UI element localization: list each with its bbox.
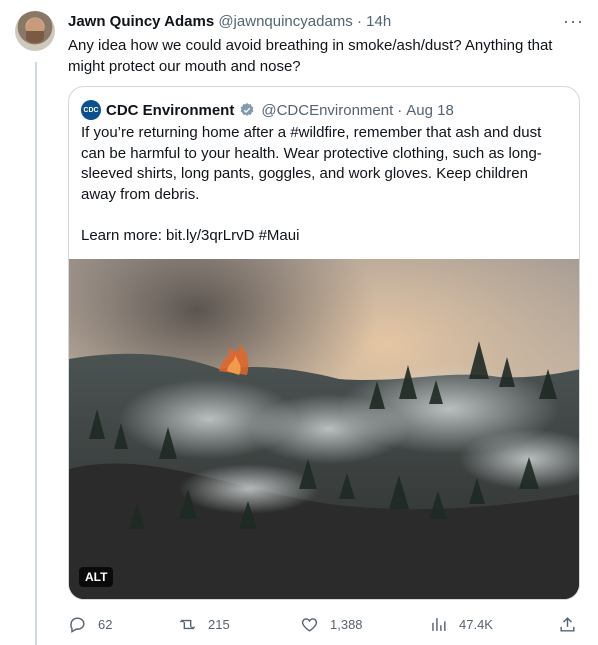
quote-link-line[interactable]: Learn more: bit.ly/3qrLrvD #Maui xyxy=(81,226,567,247)
quote-author-name[interactable]: CDC Environment xyxy=(106,102,234,119)
reply-count: 62 xyxy=(98,616,113,632)
alt-text-button[interactable]: ALT xyxy=(79,567,114,587)
quote-header: CDC CDC Environment @CDCEnvironment · Au… xyxy=(81,100,454,120)
cdc-logo-avatar[interactable]: CDC xyxy=(81,100,101,120)
tweet-header: Jawn Quincy Adams @jawnquincyadams · 14h xyxy=(68,13,588,33)
tweet-actions: 62 215 1,388 47.4K xyxy=(68,612,580,636)
retweet-count: 215 xyxy=(208,616,230,632)
verified-badge-icon xyxy=(241,103,254,116)
quote-author-handle[interactable]: @CDCEnvironment xyxy=(261,102,393,119)
like-count: 1,388 xyxy=(330,616,363,632)
heart-icon xyxy=(301,617,318,632)
quoted-tweet[interactable]: CDC CDC Environment @CDCEnvironment · Au… xyxy=(68,86,580,600)
retweet-icon xyxy=(179,619,196,629)
like-button[interactable]: 1,388 xyxy=(300,612,363,636)
tweet-time[interactable]: 14h xyxy=(366,13,391,30)
quote-text-paragraph: If you’re returning home after a #wildfi… xyxy=(81,124,542,203)
wildfire-photo[interactable]: ALT xyxy=(69,259,579,599)
share-button[interactable] xyxy=(558,612,577,636)
reply-button[interactable]: 62 xyxy=(68,612,112,636)
tweet-text: Any idea how we could avoid breathing in… xyxy=(68,37,553,75)
author-name[interactable]: Jawn Quincy Adams xyxy=(68,13,214,30)
header-separator: · xyxy=(356,13,362,30)
views-chart-icon xyxy=(432,617,446,631)
quote-date[interactable]: Aug 18 xyxy=(406,102,454,119)
author-avatar[interactable] xyxy=(15,11,55,51)
thread-line xyxy=(35,62,37,645)
views-count: 47.4K xyxy=(459,616,493,632)
wildfire-photo-image xyxy=(69,259,579,599)
avatar-beard xyxy=(26,31,44,43)
views-button[interactable]: 47.4K xyxy=(429,612,493,636)
more-options-button[interactable]: ··· xyxy=(563,11,584,32)
share-icon xyxy=(560,616,575,632)
quote-text: If you’re returning home after a #wildfi… xyxy=(81,123,567,246)
retweet-button[interactable]: 215 xyxy=(178,612,230,636)
reply-icon xyxy=(70,616,85,633)
quote-separator: · xyxy=(397,101,403,119)
author-handle[interactable]: @jawnquincyadams xyxy=(218,13,352,30)
